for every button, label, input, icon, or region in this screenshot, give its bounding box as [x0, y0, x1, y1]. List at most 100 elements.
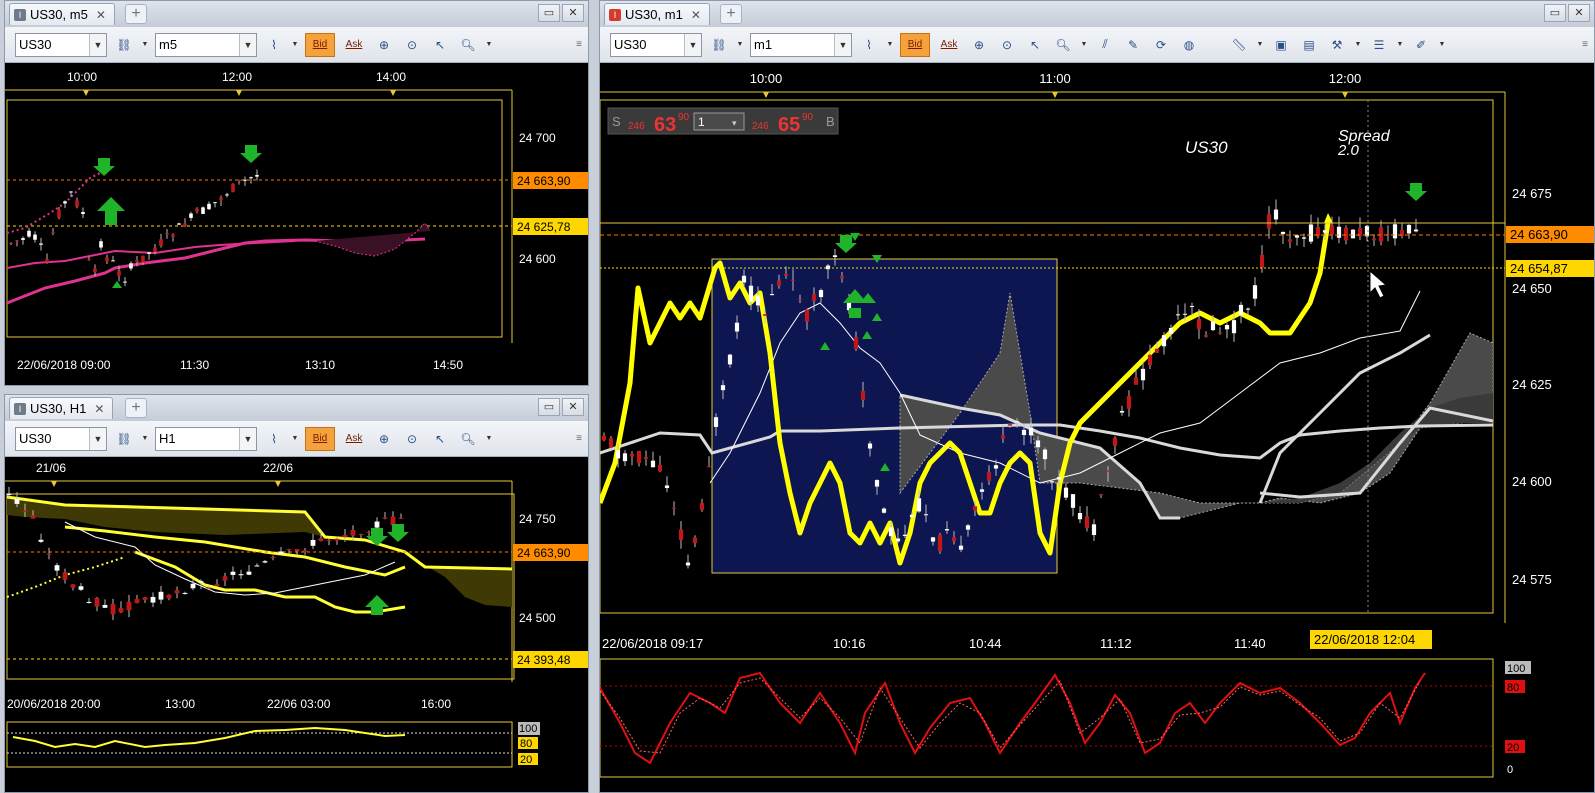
- date-label: 21/06: [36, 461, 66, 475]
- sell-price-big[interactable]: 63: [654, 114, 676, 136]
- chart-area[interactable]: 10:00 11:00 12:00 S 246 63 90 1 ▾ 246 65…: [600, 63, 1594, 792]
- timeframe-select[interactable]: m5 ▼: [155, 32, 257, 57]
- close-icon[interactable]: ✕: [691, 8, 701, 22]
- minimize-button[interactable]: ▭: [538, 398, 560, 416]
- price-chart-svg[interactable]: 10:00 12:00 14:00 24 700 24 663,90 24 62…: [5, 63, 588, 385]
- indicator-icon[interactable]: ⌇: [263, 428, 285, 450]
- lines-icon[interactable]: ☰: [1368, 34, 1390, 56]
- price-label: 24 625,78: [517, 220, 571, 234]
- candle-body: [923, 514, 929, 516]
- chevron-down-icon[interactable]: ▼: [1438, 34, 1446, 56]
- buy-price-big[interactable]: 65: [778, 114, 800, 136]
- one-click-trade-panel: S 246 63 90 1 ▾ 246 65 90 B: [607, 107, 839, 136]
- minimize-button[interactable]: ▭: [538, 4, 560, 22]
- ask-button[interactable]: Ask: [341, 34, 367, 56]
- minimize-button[interactable]: ▭: [1544, 4, 1566, 22]
- chevron-down-icon[interactable]: ▼: [485, 428, 493, 450]
- timeframe-select[interactable]: m1 ▼: [750, 32, 852, 57]
- chevron-down-icon[interactable]: ▼: [1256, 34, 1264, 56]
- sell-price-small[interactable]: 246: [628, 121, 645, 132]
- candle-body: [254, 565, 260, 567]
- crosshair-icon[interactable]: ⊕: [373, 428, 395, 450]
- chevron-down-icon[interactable]: ▼: [1396, 34, 1404, 56]
- crosshair-icon[interactable]: ⊕: [373, 34, 395, 56]
- close-window-button[interactable]: ✕: [562, 398, 584, 416]
- timeframe-select[interactable]: H1 ▼: [155, 426, 257, 451]
- note-icon[interactable]: ✎: [1122, 34, 1144, 56]
- sync-icon[interactable]: ⟳: [1150, 34, 1172, 56]
- chevron-down-icon[interactable]: ▼: [1080, 34, 1088, 56]
- chevron-down-icon[interactable]: ▼: [141, 428, 149, 450]
- tools-icon[interactable]: ⚒: [1326, 34, 1348, 56]
- candle-body: [1126, 395, 1132, 409]
- pointer-icon[interactable]: ↖: [429, 428, 451, 450]
- tab-us30-m5[interactable]: I US30, m5 ✕: [9, 3, 115, 25]
- symbol-select[interactable]: US30 ▼: [15, 32, 107, 57]
- symbol-select[interactable]: US30 ▼: [15, 426, 107, 451]
- chevron-down-icon[interactable]: ▼: [1354, 34, 1362, 56]
- add-tab-button[interactable]: +: [125, 398, 147, 418]
- indicator-icon[interactable]: ⌇: [263, 34, 285, 56]
- candle-body: [237, 179, 241, 182]
- bid-button[interactable]: Bid: [305, 32, 335, 57]
- link-icon[interactable]: ⛓: [708, 34, 730, 56]
- ruler-icon[interactable]: 📏︎: [1228, 34, 1250, 56]
- link-icon[interactable]: ⛓: [113, 34, 135, 56]
- candle-body: [198, 581, 204, 583]
- bid-button[interactable]: Bid: [305, 426, 335, 451]
- candle-body: [713, 417, 719, 427]
- close-icon[interactable]: ✕: [94, 402, 104, 416]
- candle-body: [748, 285, 754, 302]
- buy-price-small[interactable]: 246: [752, 121, 769, 132]
- trendline-icon[interactable]: ⫽: [1094, 34, 1116, 56]
- chevron-down-icon[interactable]: ▼: [291, 34, 299, 56]
- chevron-down-icon[interactable]: ▾: [732, 118, 737, 128]
- draw-icon[interactable]: ✐: [1410, 34, 1432, 56]
- add-tab-button[interactable]: +: [125, 4, 147, 24]
- close-icon[interactable]: ✕: [96, 8, 106, 22]
- zoom-icon[interactable]: 🔍︎: [457, 34, 479, 56]
- candle-body: [326, 539, 332, 541]
- candle-body: [350, 529, 356, 536]
- link-icon[interactable]: ⛓: [113, 428, 135, 450]
- tab-us30-h1[interactable]: I US30, H1 ✕: [9, 397, 114, 419]
- candle-body: [909, 514, 915, 518]
- chevron-down-icon[interactable]: ▼: [291, 428, 299, 450]
- chevron-down-icon[interactable]: ▼: [886, 34, 894, 56]
- chevron-down-icon[interactable]: ▼: [141, 34, 149, 56]
- pointer-icon[interactable]: ↖: [1024, 34, 1046, 56]
- buy-label: B: [826, 114, 835, 129]
- candle-body: [1028, 427, 1034, 436]
- candle-body: [117, 270, 121, 276]
- candle-body: [150, 596, 156, 603]
- bid-button[interactable]: Bid: [900, 32, 930, 57]
- globe-icon[interactable]: ◍: [1178, 34, 1200, 56]
- template-icon[interactable]: ▤: [1298, 34, 1320, 56]
- cursor-icon[interactable]: ⊙: [401, 428, 423, 450]
- chart-icon: I: [14, 402, 26, 415]
- crosshair-icon[interactable]: ⊕: [968, 34, 990, 56]
- chevron-down-icon[interactable]: ▼: [736, 34, 744, 56]
- image-icon[interactable]: ▣: [1270, 34, 1292, 56]
- chevron-down-icon[interactable]: ▼: [485, 34, 493, 56]
- zoom-icon[interactable]: 🔍︎: [457, 428, 479, 450]
- chart-area[interactable]: 21/06 22/06 24 750 24 663,90 24 500 24 3…: [5, 457, 588, 792]
- ask-button[interactable]: Ask: [936, 34, 962, 56]
- close-window-button[interactable]: ✕: [562, 4, 584, 22]
- zoom-icon[interactable]: 🔍︎: [1052, 34, 1074, 56]
- close-window-button[interactable]: ✕: [1568, 4, 1590, 22]
- price-chart-svg[interactable]: 10:00 11:00 12:00 S 246 63 90 1 ▾ 246 65…: [600, 63, 1594, 792]
- candle-body: [874, 480, 880, 487]
- cursor-icon[interactable]: ⊙: [401, 34, 423, 56]
- ask-button[interactable]: Ask: [341, 428, 367, 450]
- cursor-icon[interactable]: ⊙: [996, 34, 1018, 56]
- tab-us30-m1[interactable]: I US30, m1 ✕: [604, 3, 710, 25]
- chart-area[interactable]: 10:00 12:00 14:00 24 700 24 663,90 24 62…: [5, 63, 588, 385]
- pointer-icon[interactable]: ↖: [429, 34, 451, 56]
- candle-body: [685, 562, 691, 566]
- indicator-icon[interactable]: ⌇: [858, 34, 880, 56]
- candle-body: [629, 454, 635, 457]
- price-chart-svg[interactable]: 21/06 22/06 24 750 24 663,90 24 500 24 3…: [5, 457, 588, 792]
- symbol-select[interactable]: US30 ▼: [610, 32, 702, 57]
- add-tab-button[interactable]: +: [720, 4, 742, 24]
